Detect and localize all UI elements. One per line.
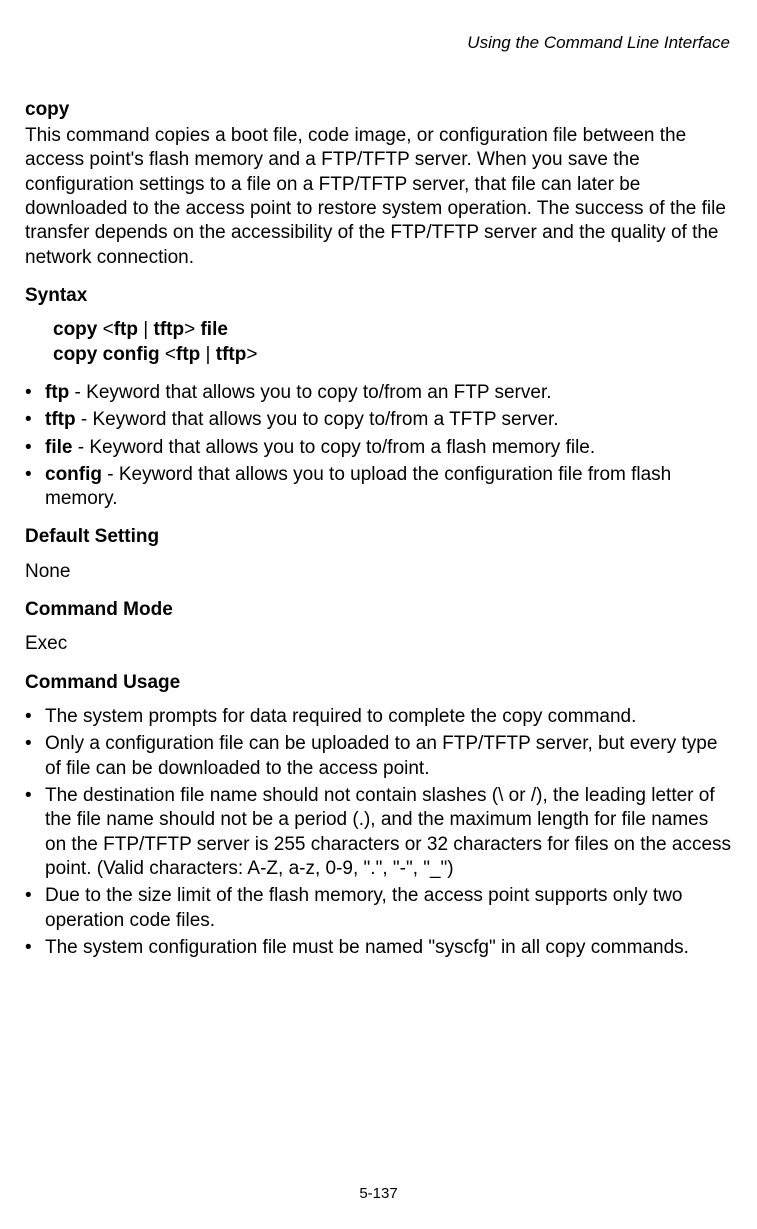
syntax-keyword: ftp: [114, 319, 138, 340]
param-description: - Keyword that allows you to upload the …: [45, 464, 671, 509]
list-item: The destination file name should not con…: [25, 784, 732, 881]
list-item: ftp - Keyword that allows you to copy to…: [25, 381, 732, 405]
syntax-angle: >: [246, 344, 257, 365]
syntax-keyword: tftp: [154, 319, 185, 340]
list-item: The system prompts for data required to …: [25, 705, 732, 729]
param-description: - Keyword that allows you to copy to/fro…: [69, 382, 551, 403]
command-name: copy: [25, 98, 732, 122]
page: Using the Command Line Interface copy Th…: [0, 0, 757, 1229]
command-description: This command copies a boot file, code im…: [25, 124, 732, 270]
syntax-block: copy <ftp | tftp> file copy config <ftp …: [53, 318, 732, 367]
syntax-line-2: copy config <ftp | tftp>: [53, 343, 732, 367]
command-usage-heading: Command Usage: [25, 671, 732, 695]
usage-text: The system prompts for data required to …: [45, 706, 636, 727]
syntax-text: copy config: [53, 344, 165, 365]
list-item: config - Keyword that allows you to uplo…: [25, 463, 732, 512]
syntax-text: copy: [53, 319, 103, 340]
list-item: tftp - Keyword that allows you to copy t…: [25, 408, 732, 432]
syntax-angle: <: [165, 344, 176, 365]
syntax-heading: Syntax: [25, 284, 732, 308]
list-item: The system configuration file must be na…: [25, 936, 732, 960]
usage-text: The system configuration file must be na…: [45, 937, 689, 958]
running-head: Using the Command Line Interface: [25, 32, 730, 54]
default-setting-heading: Default Setting: [25, 525, 732, 549]
list-item: file - Keyword that allows you to copy t…: [25, 436, 732, 460]
syntax-keyword: ftp: [176, 344, 200, 365]
usage-text: The destination file name should not con…: [45, 785, 731, 879]
command-usage-list: The system prompts for data required to …: [25, 705, 732, 960]
param-description: - Keyword that allows you to copy to/fro…: [72, 437, 595, 458]
param-keyword: ftp: [45, 382, 69, 403]
page-number: 5-137: [0, 1184, 757, 1203]
syntax-pipe: |: [200, 344, 216, 365]
command-mode-heading: Command Mode: [25, 598, 732, 622]
syntax-keyword: file: [200, 319, 227, 340]
syntax-keyword: tftp: [216, 344, 247, 365]
syntax-line-1: copy <ftp | tftp> file: [53, 318, 732, 342]
usage-text: Due to the size limit of the flash memor…: [45, 885, 683, 930]
param-keyword: file: [45, 437, 72, 458]
list-item: Due to the size limit of the flash memor…: [25, 884, 732, 933]
list-item: Only a configuration file can be uploade…: [25, 732, 732, 781]
syntax-param-list: ftp - Keyword that allows you to copy to…: [25, 381, 732, 512]
usage-text: Only a configuration file can be uploade…: [45, 733, 717, 778]
syntax-pipe: |: [138, 319, 154, 340]
param-keyword: tftp: [45, 409, 76, 430]
param-keyword: config: [45, 464, 102, 485]
default-setting-value: None: [25, 560, 732, 584]
command-mode-value: Exec: [25, 632, 732, 656]
syntax-angle: <: [103, 319, 114, 340]
syntax-angle: >: [184, 319, 200, 340]
param-description: - Keyword that allows you to copy to/fro…: [76, 409, 559, 430]
